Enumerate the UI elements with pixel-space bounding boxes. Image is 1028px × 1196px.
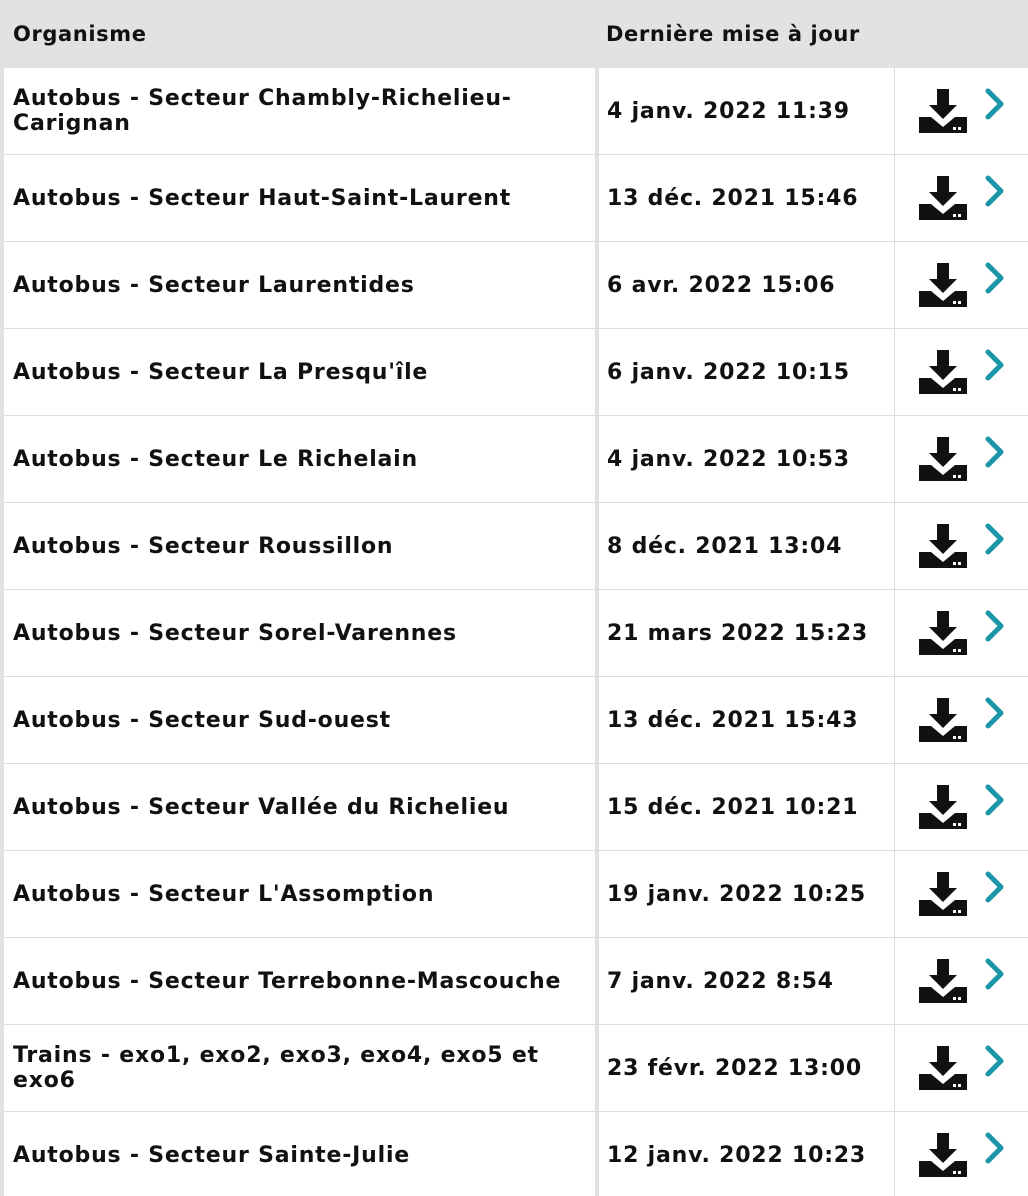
table-row: Autobus - Secteur Vallée du Richelieu 15… <box>4 764 1028 851</box>
table-row: Autobus - Secteur Haut-Saint-Laurent 13 … <box>4 155 1028 242</box>
organisme-cell: Autobus - Secteur Vallée du Richelieu <box>4 764 599 850</box>
chevron-right-icon[interactable] <box>983 957 1007 991</box>
gtfs-table: Organisme Dernière mise à jour Autobus -… <box>0 0 1028 1196</box>
actions-cell <box>895 503 1028 589</box>
table-row: Autobus - Secteur Sainte-Julie 12 janv. … <box>4 1112 1028 1196</box>
download-icon[interactable] <box>917 348 969 396</box>
actions-cell <box>895 764 1028 850</box>
date-cell: 12 janv. 2022 10:23 <box>599 1112 895 1196</box>
organisme-cell: Autobus - Secteur Sorel-Varennes <box>4 590 599 676</box>
chevron-right-icon[interactable] <box>983 609 1007 643</box>
download-icon[interactable] <box>917 696 969 744</box>
actions-cell <box>895 416 1028 502</box>
organisme-cell: Autobus - Secteur Chambly-Richelieu-Cari… <box>4 68 599 154</box>
actions-cell <box>895 851 1028 937</box>
organisme-cell: Autobus - Secteur Roussillon <box>4 503 599 589</box>
table-row: Trains - exo1, exo2, exo3, exo4, exo5 et… <box>4 1025 1028 1112</box>
download-icon[interactable] <box>917 870 969 918</box>
chevron-right-icon[interactable] <box>983 870 1007 904</box>
organisme-cell: Autobus - Secteur La Presqu'île <box>4 329 599 415</box>
download-icon[interactable] <box>917 174 969 222</box>
table-body: Autobus - Secteur Chambly-Richelieu-Cari… <box>0 68 1028 1196</box>
download-icon[interactable] <box>917 1044 969 1092</box>
chevron-right-icon[interactable] <box>983 261 1007 295</box>
download-icon[interactable] <box>917 957 969 1005</box>
actions-cell <box>895 68 1028 154</box>
download-icon[interactable] <box>917 783 969 831</box>
chevron-right-icon[interactable] <box>983 522 1007 556</box>
date-cell: 7 janv. 2022 8:54 <box>599 938 895 1024</box>
actions-cell <box>895 590 1028 676</box>
download-icon[interactable] <box>917 609 969 657</box>
organisme-cell: Autobus - Secteur Terrebonne-Mascouche <box>4 938 599 1024</box>
organisme-cell: Trains - exo1, exo2, exo3, exo4, exo5 et… <box>4 1025 599 1111</box>
column-header-date[interactable]: Dernière mise à jour <box>595 22 885 46</box>
date-cell: 4 janv. 2022 10:53 <box>599 416 895 502</box>
organisme-cell: Autobus - Secteur Sainte-Julie <box>4 1112 599 1196</box>
download-icon[interactable] <box>917 87 969 135</box>
actions-cell <box>895 677 1028 763</box>
table-row: Autobus - Secteur Laurentides 6 avr. 202… <box>4 242 1028 329</box>
date-cell: 15 déc. 2021 10:21 <box>599 764 895 850</box>
chevron-right-icon[interactable] <box>983 435 1007 469</box>
table-row: Autobus - Secteur Chambly-Richelieu-Cari… <box>4 68 1028 155</box>
date-cell: 6 janv. 2022 10:15 <box>599 329 895 415</box>
actions-cell <box>895 1025 1028 1111</box>
date-cell: 13 déc. 2021 15:46 <box>599 155 895 241</box>
download-icon[interactable] <box>917 261 969 309</box>
date-cell: 21 mars 2022 15:23 <box>599 590 895 676</box>
chevron-right-icon[interactable] <box>983 174 1007 208</box>
date-cell: 19 janv. 2022 10:25 <box>599 851 895 937</box>
organisme-cell: Autobus - Secteur Sud-ouest <box>4 677 599 763</box>
table-row: Autobus - Secteur L'Assomption 19 janv. … <box>4 851 1028 938</box>
table-row: Autobus - Secteur Le Richelain 4 janv. 2… <box>4 416 1028 503</box>
actions-cell <box>895 242 1028 328</box>
chevron-right-icon[interactable] <box>983 1131 1007 1165</box>
chevron-right-icon[interactable] <box>983 783 1007 817</box>
date-cell: 8 déc. 2021 13:04 <box>599 503 895 589</box>
table-row: Autobus - Secteur La Presqu'île 6 janv. … <box>4 329 1028 416</box>
date-cell: 6 avr. 2022 15:06 <box>599 242 895 328</box>
table-row: Autobus - Secteur Sud-ouest 13 déc. 2021… <box>4 677 1028 764</box>
date-cell: 23 févr. 2022 13:00 <box>599 1025 895 1111</box>
date-cell: 13 déc. 2021 15:43 <box>599 677 895 763</box>
organisme-cell: Autobus - Secteur Haut-Saint-Laurent <box>4 155 599 241</box>
column-header-organisme[interactable]: Organisme <box>0 22 595 46</box>
organisme-cell: Autobus - Secteur L'Assomption <box>4 851 599 937</box>
actions-cell <box>895 1112 1028 1196</box>
table-row: Autobus - Secteur Terrebonne-Mascouche 7… <box>4 938 1028 1025</box>
actions-cell <box>895 938 1028 1024</box>
organisme-cell: Autobus - Secteur Le Richelain <box>4 416 599 502</box>
chevron-right-icon[interactable] <box>983 348 1007 382</box>
date-cell: 4 janv. 2022 11:39 <box>599 68 895 154</box>
download-icon[interactable] <box>917 522 969 570</box>
chevron-right-icon[interactable] <box>983 696 1007 730</box>
chevron-right-icon[interactable] <box>983 1044 1007 1078</box>
organisme-cell: Autobus - Secteur Laurentides <box>4 242 599 328</box>
table-row: Autobus - Secteur Roussillon 8 déc. 2021… <box>4 503 1028 590</box>
actions-cell <box>895 329 1028 415</box>
download-icon[interactable] <box>917 1131 969 1179</box>
download-icon[interactable] <box>917 435 969 483</box>
chevron-right-icon[interactable] <box>983 87 1007 121</box>
table-header: Organisme Dernière mise à jour <box>0 0 1028 68</box>
table-row: Autobus - Secteur Sorel-Varennes 21 mars… <box>4 590 1028 677</box>
actions-cell <box>895 155 1028 241</box>
